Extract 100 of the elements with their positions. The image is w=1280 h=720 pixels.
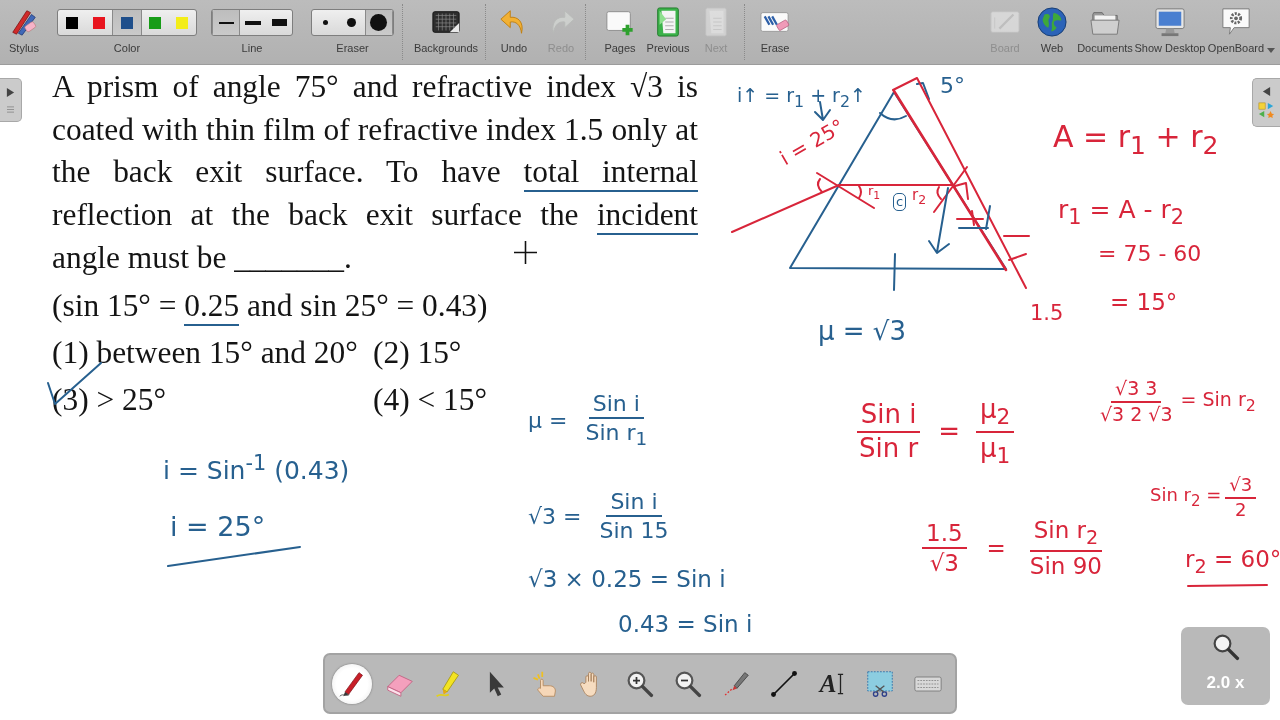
tick-mark (1008, 253, 1027, 261)
line-width-icon (218, 21, 234, 24)
grip-icon (6, 106, 15, 113)
show-desktop-button[interactable]: Show Desktop (1134, 0, 1206, 63)
fraction-numerator: √3 3 (1111, 378, 1162, 403)
crosshair-cursor-icon (514, 241, 537, 264)
answer-option: (4) < 15° (373, 381, 487, 417)
fraction-numerator: μ$_{2}$ (975, 395, 1015, 434)
angle-arc (936, 186, 942, 200)
handwritten-note: Sin r$_{2}$ = (1150, 485, 1222, 511)
normal-line (933, 166, 968, 213)
line-icon (770, 669, 798, 698)
eraser-size-option[interactable] (364, 10, 393, 35)
laser-pen-icon (722, 669, 750, 698)
group-label: Line (241, 42, 263, 54)
tick-mark (1003, 235, 1030, 237)
documents-button[interactable]: Documents (1076, 0, 1134, 63)
handwritten-note: 1.5 (1030, 301, 1064, 326)
handwritten-note: = 75 - 60 (1098, 241, 1202, 267)
handwritten-note: √3 = (528, 503, 582, 529)
fraction-numerator: Sin i (588, 391, 644, 420)
line-width-icon (271, 19, 287, 26)
right-angle-mark (954, 182, 969, 200)
scissors-icon (866, 669, 894, 698)
zoom-in-icon (626, 669, 654, 698)
handwritten-note: = (938, 417, 960, 448)
normal-mark (893, 253, 896, 291)
handwritten-note: μ = (528, 407, 568, 433)
normal-line (816, 172, 875, 209)
fraction-denominator: μ$_{1}$ (978, 433, 1012, 470)
zoom-out-icon (674, 669, 702, 698)
fraction-denominator: Sin r (858, 433, 920, 464)
triangle-icon (1262, 86, 1271, 97)
dot-icon (322, 20, 328, 25)
highlighter-icon (434, 669, 462, 698)
fraction-denominator: Sin 15 (598, 517, 670, 544)
handwritten-note: = Sin r$_{2}$ (1180, 388, 1256, 415)
web-button[interactable]: Web (1028, 0, 1076, 63)
side-panel-tab[interactable] (1252, 78, 1280, 127)
zoom-icon (1211, 633, 1240, 661)
handwritten-note: i = 25° (775, 114, 849, 171)
monitor-icon (1155, 7, 1185, 37)
answer-option: (3) > 25° (52, 381, 166, 417)
caret-icon (1266, 47, 1276, 54)
dot-icon (347, 18, 356, 27)
shapes-icon (1258, 102, 1275, 119)
color-option[interactable] (112, 10, 142, 35)
group-label: Color (113, 42, 141, 54)
fraction-denominator: Sin r$_{1}$ (584, 419, 649, 450)
pen-icon (338, 669, 366, 698)
handwritten-note: i = 25° (170, 511, 266, 543)
handwritten-note: r$_{1}$ = A - r$_{2}$ (1058, 196, 1184, 230)
group-label: Eraser (336, 42, 369, 54)
fraction-denominator: √3 (928, 549, 960, 577)
erase-button[interactable]: Erase (750, 0, 800, 63)
pointing-hand-icon (530, 669, 558, 698)
fraction-numerator: 1.5 (922, 519, 967, 550)
pens-icon (9, 7, 39, 37)
dot-icon (370, 14, 388, 31)
handwritten-note: 0.43 = Sin i (618, 611, 753, 638)
apex-angle-arc (879, 112, 907, 121)
handwritten-note: 5° (940, 73, 965, 99)
openboard-button[interactable]: OpenBoard (1206, 0, 1266, 63)
handwritten-note: r$_{2}$ (912, 187, 927, 208)
angle-mark (916, 82, 930, 100)
given-values: (sin 15° = 0.25 and sin 25° = 0.43) (52, 281, 488, 329)
text-cursor-icon (837, 672, 845, 695)
angle-arc (816, 178, 823, 193)
triangle-icon (6, 87, 15, 98)
handwritten-note: = 15° (1110, 289, 1178, 316)
handwritten-note: √3 × 0.25 = Sin i (528, 566, 726, 593)
pen-tool-button[interactable] (332, 663, 372, 704)
boxed-note: c (893, 193, 907, 211)
zoom-level-label: 2.0 x (1206, 673, 1245, 693)
line-width-icon (245, 20, 261, 25)
answer-option: (1) between 15° and 20° (52, 334, 358, 370)
text-tool-button[interactable]: A (812, 663, 852, 704)
fraction-denominator: 2 (1234, 498, 1248, 521)
angle-arc (858, 185, 862, 199)
handwritten-note: r$_{2}$ = 60° (1185, 546, 1280, 578)
handwritten-note: = (986, 534, 1006, 562)
handwritten-note: i↑ = r$_{1}$ + r$_{2}$↑ (737, 85, 866, 111)
handwritten-note: i = Sin$^{-1}$ (0.43) (163, 452, 350, 487)
fraction-denominator: Sin 90 (1028, 551, 1103, 580)
undo-button[interactable]: Undo (492, 0, 536, 63)
globe-icon (1037, 7, 1067, 37)
side-panel-tab[interactable] (0, 78, 22, 122)
line-width-option[interactable] (212, 10, 240, 35)
stylus-button[interactable]: Stylus (4, 0, 44, 63)
fraction-numerator: Sin i (856, 400, 921, 434)
previous-button[interactable]: Previous (642, 0, 694, 63)
pages-button[interactable]: Pages (598, 0, 642, 63)
backgrounds-button[interactable]: Backgrounds (409, 0, 483, 63)
answer-option: (2) 15° (373, 334, 462, 370)
handwritten-note: r$_{1}$ (868, 184, 881, 203)
reflected-ray-arrow (928, 187, 950, 254)
handwritten-note: A = r$_{1}$ + r$_{2}$ (1053, 120, 1219, 161)
down-arrow-icon (814, 101, 831, 121)
fraction-numerator: Sin r$_{2}$ (1029, 517, 1103, 552)
handwritten-note: μ = √3 (818, 317, 906, 347)
